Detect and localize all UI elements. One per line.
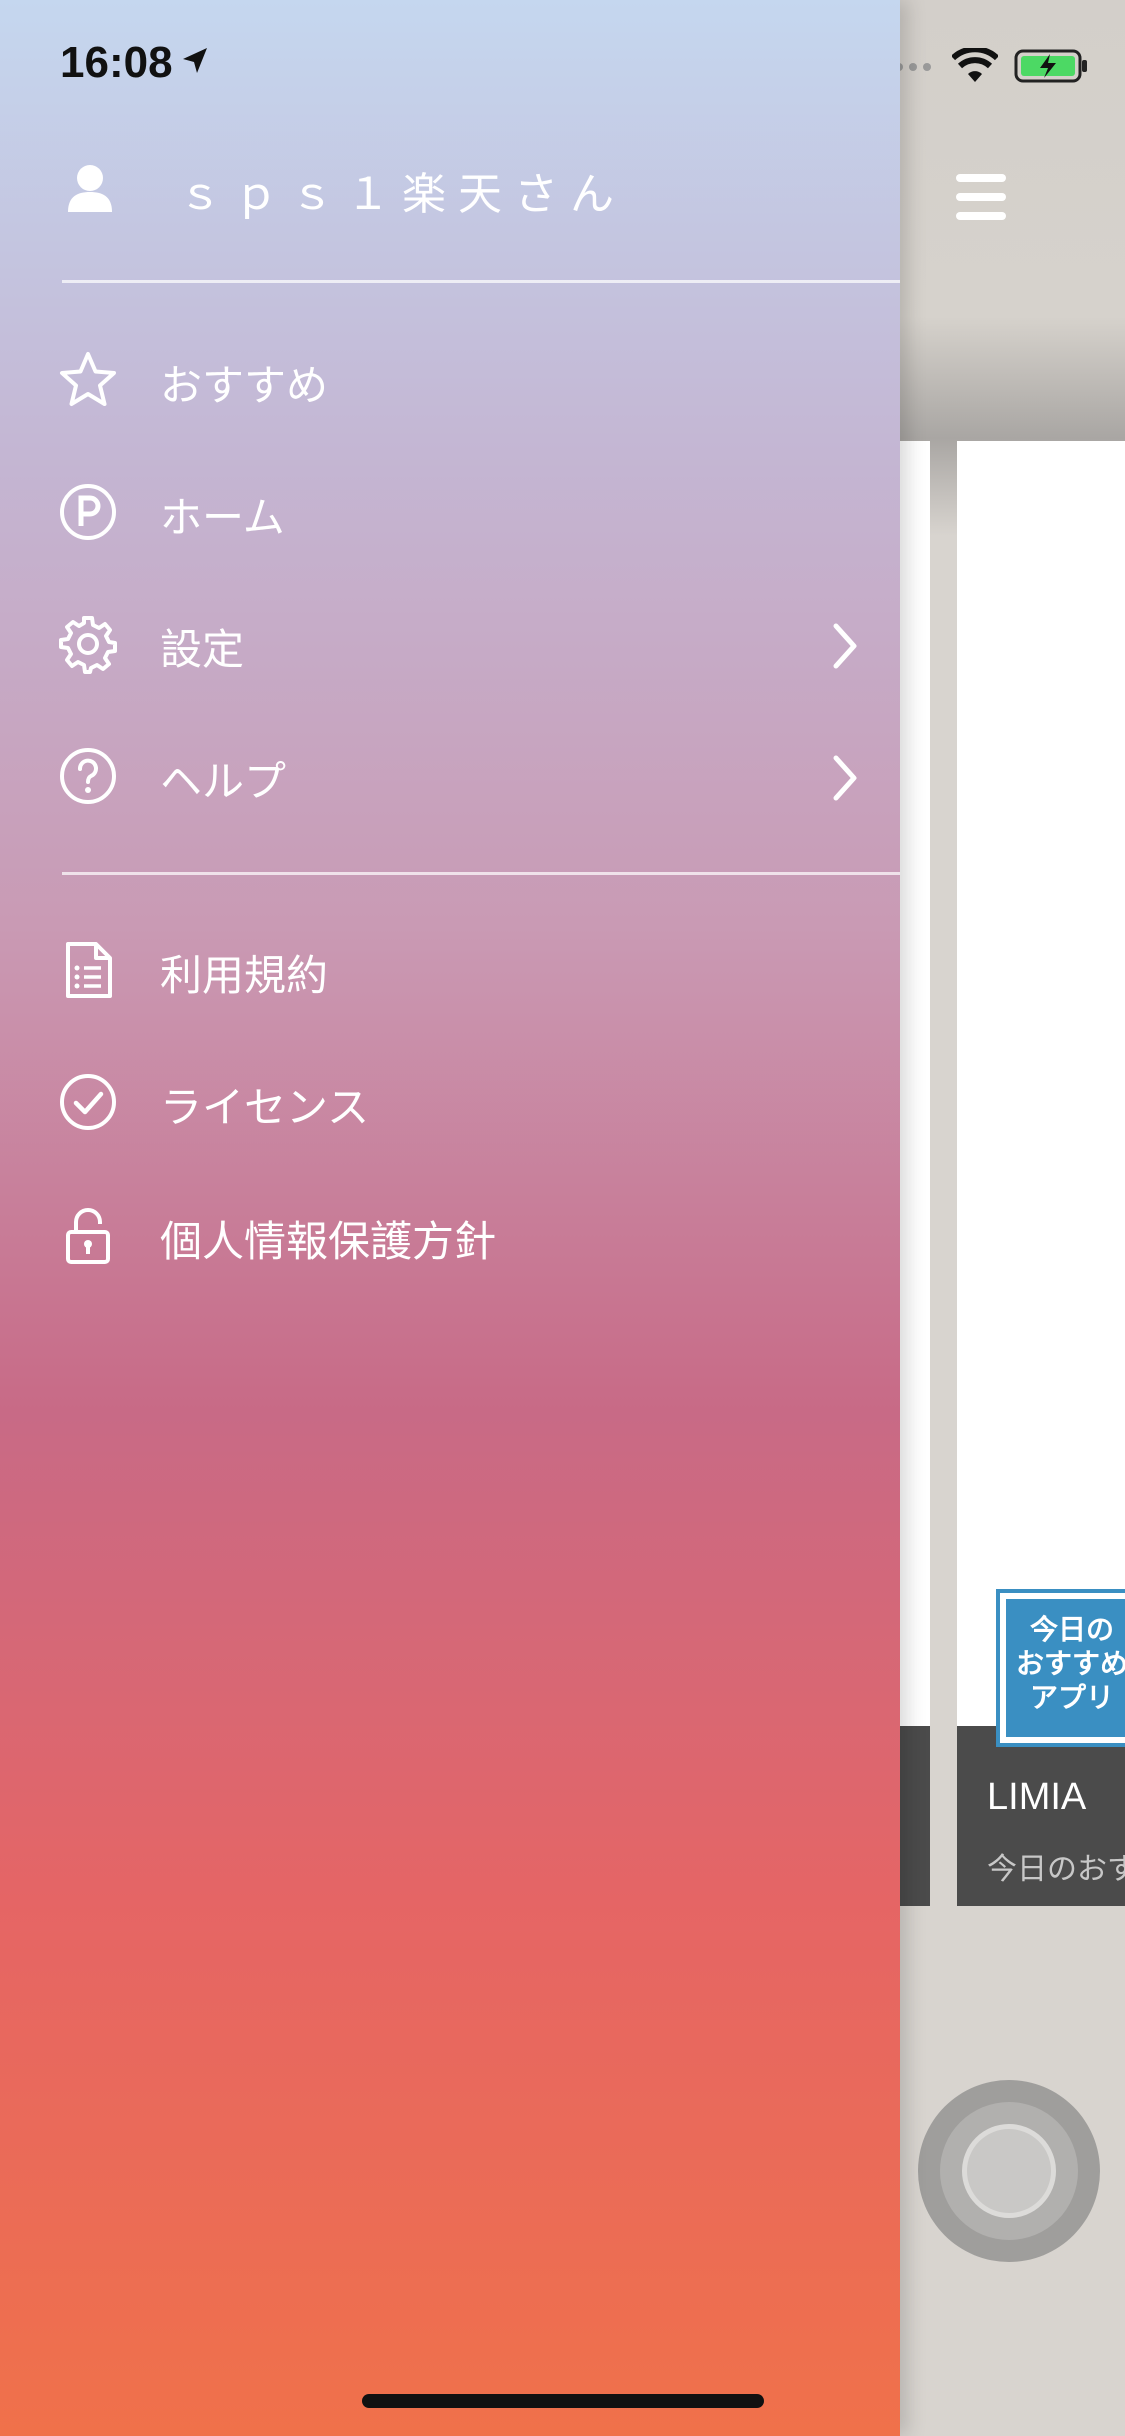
- status-bar-time: 16:08: [60, 38, 211, 88]
- location-arrow-icon: [179, 44, 211, 86]
- menu-item-home[interactable]: ホーム: [58, 474, 858, 554]
- menu-item-recommended[interactable]: おすすめ: [58, 342, 858, 422]
- menu-label: 利用規約: [160, 950, 329, 1000]
- document-icon: [58, 940, 118, 1004]
- gear-icon: [58, 614, 118, 678]
- side-drawer: 16:08 ｓｐｓ１楽天さん おすすめ ホーム 設定 ヘルプ 利用規約 ライセン…: [0, 0, 900, 2436]
- help-icon: [58, 746, 118, 810]
- hamburger-menu-icon[interactable]: [956, 174, 1006, 220]
- menu-item-privacy[interactable]: 個人情報保護方針: [58, 1198, 858, 1278]
- check-circle-icon: [58, 1072, 118, 1136]
- menu-item-settings[interactable]: 設定: [58, 606, 858, 686]
- user-icon: [60, 158, 120, 222]
- menu-label: ホーム: [160, 492, 285, 542]
- menu-label: ライセンス: [160, 1082, 370, 1132]
- menu-item-terms[interactable]: 利用規約: [58, 932, 858, 1012]
- divider: [62, 280, 900, 283]
- time-label: 16:08: [60, 38, 173, 87]
- divider: [62, 872, 900, 875]
- card-subtitle: 今日のおす: [987, 1852, 1125, 1887]
- user-profile-row[interactable]: ｓｐｓ１楽天さん: [60, 150, 626, 230]
- menu-item-help[interactable]: ヘルプ: [58, 738, 858, 818]
- assistive-touch-button[interactable]: [918, 2080, 1100, 2262]
- card-title: LIMIA: [987, 1776, 1087, 1818]
- wifi-icon: [950, 46, 1000, 88]
- battery-icon: [1014, 48, 1090, 88]
- star-icon: [58, 350, 118, 414]
- chevron-right-icon: [824, 750, 864, 810]
- status-icons: [880, 46, 1090, 88]
- home-indicator[interactable]: [362, 2394, 764, 2408]
- menu-label: 個人情報保護方針: [160, 1216, 497, 1266]
- menu-item-license[interactable]: ライセンス: [58, 1064, 858, 1144]
- menu-label: 設定: [160, 624, 245, 674]
- menu-label: おすすめ: [160, 360, 329, 410]
- points-icon: [58, 482, 118, 546]
- recommend-badge: 今日の おすすめ アプリ: [996, 1589, 1125, 1747]
- chevron-right-icon: [824, 618, 864, 678]
- lock-icon: [58, 1206, 118, 1270]
- user-name: ｓｐｓ１楽天さん: [178, 169, 626, 220]
- menu-label: ヘルプ: [160, 756, 287, 806]
